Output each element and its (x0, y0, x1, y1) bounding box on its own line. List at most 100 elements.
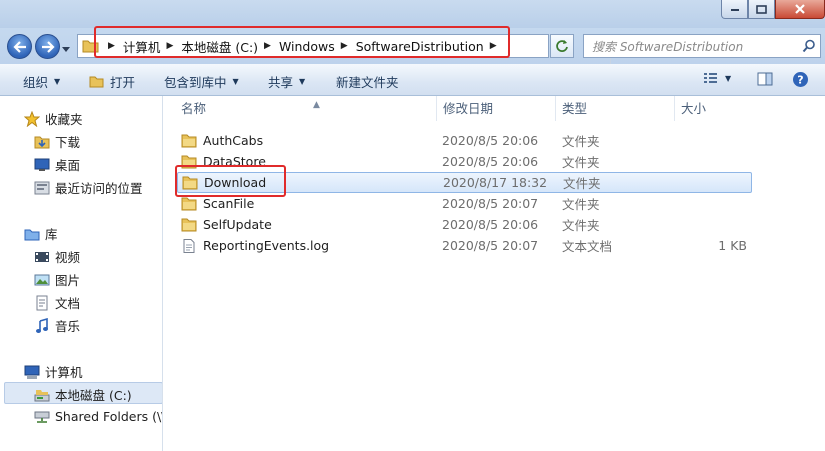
nav-favorites[interactable]: 收藏夹 (24, 109, 83, 128)
breadcrumb-windows[interactable]: Windows (279, 39, 335, 54)
nav-computer-label: 计算机 (45, 365, 83, 380)
search-icon[interactable] (802, 39, 816, 53)
nav-libraries[interactable]: 库 (24, 224, 58, 243)
nav-documents-label: 文档 (55, 296, 81, 311)
nav-videos[interactable]: 视频 (34, 247, 80, 266)
view-list-icon (704, 73, 717, 83)
file-size: 1 KB (718, 238, 747, 253)
table-row[interactable]: ScanFile 2020/8/5 20:07 文件夹 (177, 193, 752, 214)
music-icon (34, 317, 50, 334)
forward-button[interactable] (35, 34, 60, 59)
breadcrumb-computer[interactable]: 计算机 (123, 37, 161, 56)
nav-documents[interactable]: 文档 (34, 293, 80, 312)
nav-pictures[interactable]: 图片 (34, 270, 80, 289)
new-folder-button[interactable]: 新建文件夹 (336, 72, 399, 91)
file-type: 文件夹 (563, 176, 601, 191)
file-name: Download (204, 175, 267, 190)
file-date: 2020/8/5 20:07 (442, 196, 539, 211)
nav-recent-places[interactable]: 最近访问的位置 (34, 178, 143, 197)
refresh-icon (556, 40, 568, 52)
nav-pictures-label: 图片 (55, 273, 81, 288)
desktop-icon (34, 157, 50, 173)
breadcrumb-arrow-icon[interactable]: ▶ (341, 41, 348, 51)
computer-icon (24, 364, 40, 380)
new-folder-label: 新建文件夹 (336, 75, 399, 90)
chevron-down-icon: ▼ (232, 77, 239, 86)
nav-videos-label: 视频 (55, 250, 81, 265)
file-date: 2020/8/5 20:06 (442, 154, 539, 169)
include-in-library-label: 包含到库中 (164, 75, 227, 90)
column-header-name[interactable]: ▲ 名称 (175, 96, 437, 121)
network-drive-icon (34, 408, 50, 424)
file-name: DataStore (203, 154, 266, 169)
nav-recent-places-label: 最近访问的位置 (55, 181, 143, 196)
nav-downloads-label: 下载 (55, 135, 81, 150)
picture-icon (34, 272, 50, 288)
breadcrumb-softwaredistribution[interactable]: SoftwareDistribution (356, 39, 484, 54)
search-input[interactable] (590, 37, 794, 57)
search-box[interactable] (583, 34, 821, 58)
maximize-button[interactable] (748, 0, 775, 19)
minimize-button[interactable] (721, 0, 748, 19)
minimize-icon (730, 9, 739, 11)
table-row[interactable]: DataStore 2020/8/5 20:06 文件夹 (177, 151, 752, 172)
open-label: 打开 (110, 75, 136, 90)
nav-computer[interactable]: 计算机 (24, 362, 83, 381)
file-type: 文件夹 (562, 134, 600, 149)
table-row[interactable]: SelfUpdate 2020/8/5 20:06 文件夹 (177, 214, 752, 235)
chevron-down-icon: ▼ (54, 77, 61, 86)
breadcrumb-arrow-icon[interactable]: ▶ (166, 41, 173, 51)
help-icon: ? (793, 72, 808, 87)
file-name: AuthCabs (203, 133, 264, 148)
folder-icon (181, 155, 197, 168)
navigation-pane: 收藏夹 下载 桌面 最近访问的位置 库 视频 图片 文档 音乐 计算机 本地磁盘… (0, 96, 163, 451)
file-date: 2020/8/5 20:07 (442, 238, 539, 253)
share-button[interactable]: 共享 ▼ (268, 72, 305, 91)
arrow-right-icon (41, 40, 55, 53)
nav-shared-folders[interactable]: Shared Folders (\\ (34, 408, 163, 424)
breadcrumb-arrow-icon[interactable]: ▶ (490, 41, 497, 51)
share-label: 共享 (268, 75, 294, 90)
help-button[interactable]: ? (792, 71, 809, 88)
nav-downloads[interactable]: 下载 (34, 132, 80, 151)
breadcrumb-arrow-icon[interactable]: ▶ (108, 41, 115, 51)
table-row-selected[interactable]: Download 2020/8/17 18:32 文件夹 (177, 172, 752, 193)
column-header-type-label: 类型 (562, 101, 588, 116)
open-button[interactable]: 打开 (89, 72, 135, 91)
arrow-left-icon (12, 40, 26, 53)
svg-text:?: ? (797, 74, 803, 87)
table-row[interactable]: AuthCabs 2020/8/5 20:06 文件夹 (177, 130, 752, 151)
chevron-down-icon: ▼ (299, 77, 306, 86)
back-button[interactable] (7, 34, 32, 59)
downloads-folder-icon (34, 134, 50, 150)
change-view-button[interactable]: ▼ (703, 71, 731, 85)
table-row[interactable]: ReportingEvents.log 2020/8/5 20:07 文本文档 … (177, 235, 752, 256)
chevron-down-icon (62, 47, 70, 52)
organize-label: 组织 (23, 75, 49, 90)
column-header-type[interactable]: 类型 (556, 96, 675, 121)
chevron-down-icon: ▼ (725, 73, 732, 83)
nav-libraries-label: 库 (45, 227, 58, 242)
file-type: 文件夹 (562, 197, 600, 212)
breadcrumb-local-disk[interactable]: 本地磁盘 (C:) (181, 37, 258, 56)
nav-music[interactable]: 音乐 (34, 316, 80, 335)
star-icon (24, 110, 40, 127)
file-date: 2020/8/5 20:06 (442, 217, 539, 232)
file-name: SelfUpdate (203, 217, 272, 232)
nav-local-disk[interactable]: 本地磁盘 (C:) (34, 385, 132, 404)
nav-desktop[interactable]: 桌面 (34, 155, 80, 174)
include-in-library-button[interactable]: 包含到库中 ▼ (164, 72, 239, 91)
preview-pane-button[interactable] (757, 72, 773, 86)
recent-pages-button[interactable] (62, 42, 70, 52)
column-header-size[interactable]: 大小 (675, 96, 755, 121)
folder-icon (181, 134, 197, 147)
recent-places-icon (34, 180, 50, 196)
organize-button[interactable]: 组织 ▼ (23, 72, 60, 91)
refresh-button[interactable] (550, 34, 574, 58)
nav-shared-folders-label: Shared Folders (\\ (55, 408, 163, 424)
column-header-date[interactable]: 修改日期 (437, 96, 556, 121)
nav-favorites-label: 收藏夹 (45, 112, 83, 127)
breadcrumb-arrow-icon[interactable]: ▶ (264, 41, 271, 51)
close-button[interactable] (775, 0, 825, 19)
address-bar[interactable]: ▶ 计算机 ▶ 本地磁盘 (C:) ▶ Windows ▶ SoftwareDi… (77, 34, 623, 65)
